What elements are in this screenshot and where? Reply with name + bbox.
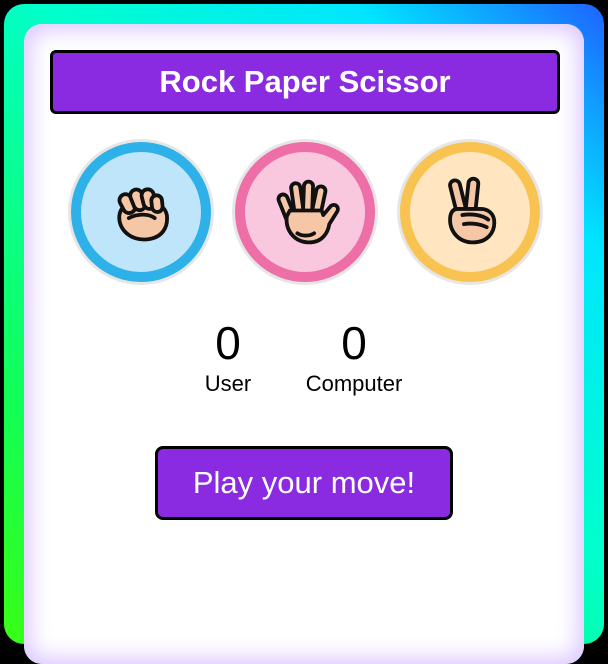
paper-hand-icon — [276, 179, 340, 245]
page-title: Rock Paper Scissor — [159, 64, 451, 99]
user-score: 0 User — [158, 318, 298, 398]
scissors-hand-icon — [448, 176, 497, 245]
choice-rock[interactable] — [71, 142, 211, 282]
title-banner: Rock Paper Scissor — [50, 50, 560, 114]
computer-score: 0 Computer — [284, 318, 424, 398]
computer-score-value: 0 — [341, 317, 367, 369]
status-message-button[interactable]: Play your move! — [155, 446, 453, 520]
choice-paper[interactable] — [235, 142, 375, 282]
user-score-value: 0 — [215, 317, 241, 369]
choice-scissors[interactable] — [400, 142, 540, 282]
rock-fist-icon — [117, 187, 169, 242]
game-container: Rock Paper Scissor 0 User 0 Computer Pla… — [24, 24, 584, 664]
user-score-label: User — [204, 371, 252, 396]
computer-score-label: Computer — [305, 371, 403, 396]
